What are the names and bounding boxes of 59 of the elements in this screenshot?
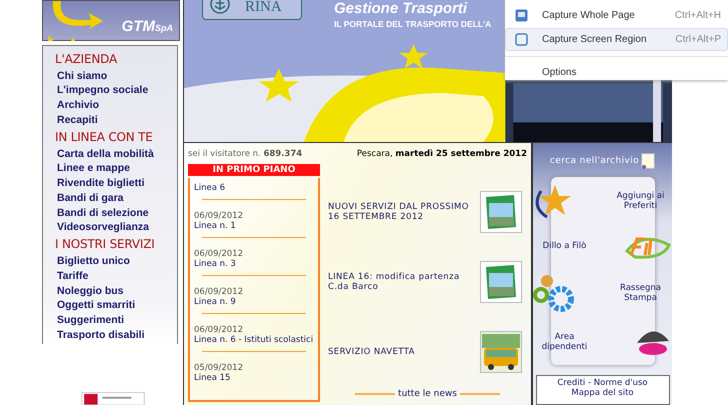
- brochure-thumbnail-icon[interactable]: [480, 191, 522, 233]
- nav-link[interactable]: Trasporto disabili: [55, 328, 177, 344]
- visitor-counter: sei il visitatore n. 689.374: [188, 149, 302, 161]
- news-link[interactable]: LINEA 16: modifica partenza C.da Barco: [328, 272, 478, 292]
- news-link[interactable]: Linea n. 3: [194, 259, 314, 269]
- section-heading: IN PRIMO PIANO: [188, 164, 320, 176]
- news-link[interactable]: Linea 6: [194, 183, 314, 193]
- side-link[interactable]: Dillo a Filò: [532, 241, 596, 251]
- nav-link[interactable]: Archivio: [55, 99, 177, 114]
- banner-title: Gestione Trasporti: [334, 0, 468, 17]
- nav-link[interactable]: Linee e mappe: [55, 162, 177, 178]
- nav-link[interactable]: Tariffe: [55, 270, 177, 285]
- certification-text: RINA: [245, 0, 282, 15]
- nav-heading: I NOSTRI SERVIZI: [55, 237, 156, 252]
- nav-link[interactable]: Oggetti smarriti: [55, 299, 177, 314]
- banner-subtitle: IL PORTALE DEL TRASPORTO DELL'A: [334, 19, 492, 29]
- news-link[interactable]: Linea n. 9: [194, 297, 314, 307]
- document-icon: [641, 153, 656, 169]
- news-date: 05/09/2012: [194, 363, 244, 373]
- news-date: 06/09/2012: [194, 249, 244, 259]
- side-link[interactable]: Rassegna Stampa: [608, 283, 672, 303]
- nav-link[interactable]: Rivendite biglietti: [55, 177, 177, 192]
- news-date: 06/09/2012: [194, 211, 244, 221]
- news-date: 06/09/2012: [194, 325, 244, 335]
- news-link[interactable]: Linea 15: [194, 373, 314, 383]
- nav-link[interactable]: Bandi di gara: [55, 192, 177, 207]
- nav-link[interactable]: Suggerimenti: [55, 314, 177, 329]
- nav-heading: IN LINEA CON TE: [55, 130, 154, 144]
- all-news-link[interactable]: tutte le news: [398, 389, 457, 399]
- menu-item[interactable]: Options: [505, 61, 728, 84]
- nav-link[interactable]: L'impegno sociale: [55, 84, 177, 100]
- nav-link[interactable]: Recapiti: [55, 114, 177, 129]
- menu-item[interactable]: Capture Screen Region Ctrl+Alt+P: [505, 28, 728, 51]
- nav-link[interactable]: Bandi di selezione: [55, 206, 177, 222]
- pdf-badge-icon[interactable]: [80, 392, 146, 405]
- news-link[interactable]: Linea n. 6 - Istituti scolastici: [194, 335, 314, 345]
- gears-icon[interactable]: [532, 273, 576, 313]
- nav-link[interactable]: Chi siamo: [55, 70, 177, 84]
- news-date: 06/09/2012: [194, 287, 244, 297]
- bus-thumbnail-icon[interactable]: [480, 331, 522, 373]
- footer-link[interactable]: Crediti - Norme d'uso: [557, 378, 648, 388]
- footer-link[interactable]: Mappa del sito: [571, 388, 634, 398]
- side-link[interactable]: Aggiungi ai Preferiti: [608, 191, 672, 211]
- nav-link[interactable]: Carta della mobilità: [55, 148, 177, 162]
- news-link[interactable]: Linea n. 1: [194, 221, 314, 231]
- nav-link[interactable]: Videosorveglianza: [55, 221, 177, 236]
- menu-item[interactable]: Capture Whole Page Ctrl+Alt+H: [505, 4, 728, 27]
- side-link[interactable]: Area dipendenti: [532, 332, 596, 352]
- current-date: Pescara, martedì 25 settembre 2012: [356, 149, 527, 161]
- region-capture-icon: [515, 33, 528, 46]
- logo-text: GTMSpA: [122, 18, 173, 35]
- nav-heading: L'AZIENDA: [55, 52, 118, 66]
- news-link[interactable]: NUOVI SERVIZI DAL PROSSIMO 16 SETTEMBRE 2012: [328, 202, 478, 222]
- page-capture-icon: [515, 9, 528, 22]
- news-link[interactable]: SERVIZIO NAVETTA: [328, 347, 478, 357]
- nav-link[interactable]: Biglietto unico: [55, 255, 177, 270]
- nav-link[interactable]: Noleggio bus: [55, 284, 177, 300]
- star-icon[interactable]: [532, 183, 572, 219]
- brochure-thumbnail-icon[interactable]: [480, 261, 522, 303]
